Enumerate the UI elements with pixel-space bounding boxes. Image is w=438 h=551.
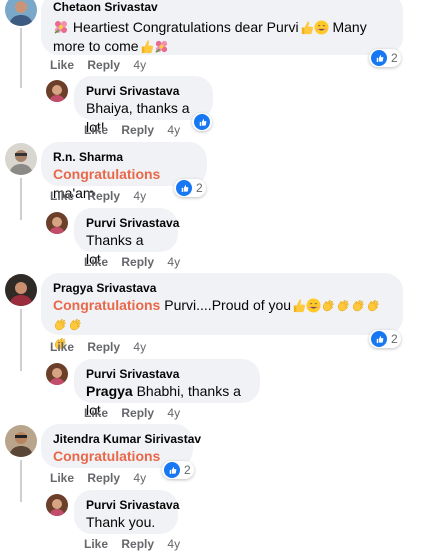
like-reaction-icon bbox=[371, 50, 387, 66]
reply-thread-line bbox=[20, 178, 22, 220]
clapping-hands-icon bbox=[336, 298, 351, 313]
comment-author[interactable]: R.n. Sharma bbox=[53, 149, 195, 165]
like-reaction-icon bbox=[371, 331, 387, 347]
reaction-count[interactable] bbox=[192, 113, 212, 131]
timestamp: 4y bbox=[133, 471, 147, 485]
avatar[interactable] bbox=[5, 143, 37, 175]
like-button[interactable]: Like bbox=[84, 255, 108, 269]
reply-text: Thank you. bbox=[86, 514, 156, 530]
like-button[interactable]: Like bbox=[84, 537, 108, 551]
reaction-count[interactable]: 2 bbox=[174, 179, 206, 197]
timestamp: 4y bbox=[133, 58, 147, 72]
like-button[interactable]: Like bbox=[50, 471, 74, 485]
reply-thread-line bbox=[20, 309, 22, 371]
like-button[interactable]: Like bbox=[50, 189, 74, 203]
comment-author[interactable]: Jitendra Kumar Sirivastav bbox=[53, 431, 201, 447]
reply-author[interactable]: Purvi Srivastava bbox=[86, 215, 179, 231]
comment-actions: Like Reply 4y bbox=[50, 471, 156, 485]
thumbs-up-emoji-icon bbox=[291, 298, 306, 313]
reply-button[interactable]: Reply bbox=[121, 537, 154, 551]
comment-text: Congratulations bbox=[53, 447, 181, 466]
clapping-hands-icon bbox=[351, 298, 366, 313]
thumbs-up-emoji-icon bbox=[139, 39, 154, 54]
highlight-text: Congratulations bbox=[53, 166, 161, 182]
reply-actions: Like Reply 4y bbox=[84, 406, 190, 420]
reply-thread-line bbox=[20, 460, 22, 502]
highlight-text: Congratulations bbox=[53, 448, 161, 464]
reply-thread-line bbox=[20, 28, 22, 88]
comment-author[interactable]: Chetaon Srivastav bbox=[53, 0, 391, 15]
like-reaction-icon bbox=[194, 114, 210, 130]
timestamp: 4y bbox=[167, 406, 181, 420]
comment-text: Heartiest Congratulations dear Purvi Man… bbox=[53, 19, 367, 54]
comment-bubble: Chetaon Srivastav Heartiest Congratulati… bbox=[41, 0, 403, 55]
comment-bubble: Pragya Srivastava Congratulations Purvi.… bbox=[41, 273, 403, 335]
thumbs-up-emoji-icon bbox=[299, 20, 314, 35]
flower-icon bbox=[154, 39, 169, 54]
timestamp: 4y bbox=[167, 255, 181, 269]
reply-author[interactable]: Purvi Srivastava bbox=[86, 497, 179, 513]
timestamp: 4y bbox=[133, 340, 147, 354]
reaction-count[interactable]: 2 bbox=[162, 461, 194, 479]
reply-button[interactable]: Reply bbox=[121, 406, 154, 420]
reply-bubble: Purvi Srivastava Thanks a lot. bbox=[74, 208, 179, 267]
comment-actions: Like Reply 4y bbox=[50, 58, 156, 72]
flower-icon bbox=[53, 19, 69, 35]
reply-author[interactable]: Purvi Srivastava bbox=[86, 83, 201, 99]
smile-emoji-icon bbox=[306, 298, 321, 313]
like-button[interactable]: Like bbox=[84, 123, 108, 137]
reply-button[interactable]: Reply bbox=[87, 340, 120, 354]
timestamp: 4y bbox=[167, 123, 181, 137]
reply-actions: Like Reply 4y bbox=[84, 537, 190, 551]
avatar[interactable] bbox=[5, 274, 37, 306]
reaction-count[interactable]: 2 bbox=[369, 49, 401, 67]
reply-button[interactable]: Reply bbox=[87, 189, 120, 203]
avatar[interactable] bbox=[46, 494, 68, 516]
timestamp: 4y bbox=[167, 537, 181, 551]
reply-bubble: Purvi Srivastava Pragya Bhabhi, thanks a… bbox=[74, 359, 260, 418]
reply-bubble: Purvi Srivastava Bhaiya, thanks a lot! bbox=[74, 76, 213, 135]
reply-button[interactable]: Reply bbox=[87, 471, 120, 485]
like-reaction-icon bbox=[176, 180, 192, 196]
like-button[interactable]: Like bbox=[50, 340, 74, 354]
like-button[interactable]: Like bbox=[50, 58, 74, 72]
comment-author[interactable]: Pragya Srivastava bbox=[53, 280, 391, 296]
highlight-text: Congratulations bbox=[53, 297, 161, 313]
clapping-hands-icon bbox=[321, 298, 336, 313]
avatar[interactable] bbox=[46, 363, 68, 385]
reply-author[interactable]: Purvi Srivastava bbox=[86, 366, 248, 382]
comment-actions: Like Reply 4y bbox=[50, 189, 156, 203]
clapping-hands-icon bbox=[68, 317, 83, 332]
like-button[interactable]: Like bbox=[84, 406, 108, 420]
reply-button[interactable]: Reply bbox=[121, 255, 154, 269]
smile-emoji-icon bbox=[314, 20, 329, 35]
like-reaction-icon bbox=[164, 462, 180, 478]
reply-actions: Like Reply 4y bbox=[84, 255, 190, 269]
timestamp: 4y bbox=[133, 189, 147, 203]
reply-actions: Like Reply 4y bbox=[84, 123, 190, 137]
reply-bubble: Purvi Srivastava Thank you. bbox=[74, 490, 179, 534]
avatar[interactable] bbox=[46, 212, 68, 234]
clapping-hands-icon bbox=[53, 317, 68, 332]
avatar[interactable] bbox=[46, 80, 68, 102]
reply-button[interactable]: Reply bbox=[87, 58, 120, 72]
comment-actions: Like Reply 4y bbox=[50, 340, 156, 354]
reaction-count[interactable]: 2 bbox=[369, 330, 401, 348]
clapping-hands-icon bbox=[366, 298, 381, 313]
reply-button[interactable]: Reply bbox=[121, 123, 154, 137]
avatar[interactable] bbox=[5, 425, 37, 457]
avatar[interactable] bbox=[5, 0, 37, 26]
mention-link[interactable]: Pragya bbox=[86, 383, 133, 399]
